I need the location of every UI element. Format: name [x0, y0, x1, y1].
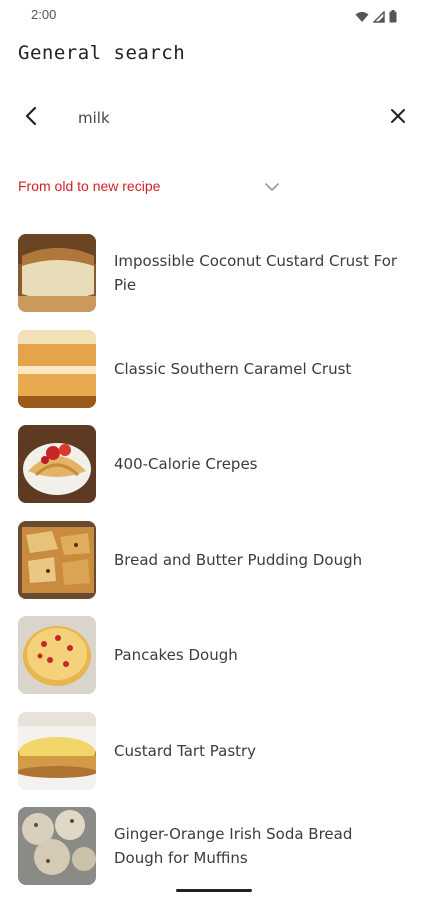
- sort-label: From old to new recipe: [18, 178, 161, 194]
- search-bar: [0, 96, 427, 140]
- signal-icon: [372, 8, 385, 27]
- sort-dropdown[interactable]: From old to new recipe: [18, 172, 288, 202]
- recipe-thumbnail: [18, 616, 96, 694]
- recipe-title: Custard Tart Pastry: [114, 741, 257, 760]
- recipe-item[interactable]: 400-Calorie Crepes: [0, 423, 427, 519]
- status-time: 2:00: [31, 7, 57, 22]
- chevron-down-icon: [264, 178, 280, 197]
- home-indicator[interactable]: [176, 889, 252, 892]
- recipe-title: Pancakes Dough: [114, 646, 238, 664]
- chevron-left-icon: [22, 106, 42, 130]
- recipe-item[interactable]: Impossible Coconut Custard Crust For Pie: [0, 232, 427, 328]
- recipe-thumbnail: [18, 234, 96, 312]
- recipe-title: Bread and Butter Pudding Dough: [114, 550, 363, 569]
- wifi-icon: [355, 8, 369, 27]
- status-icons: [355, 8, 397, 27]
- recipe-item[interactable]: Custard Tart Pastry: [0, 710, 427, 806]
- recipe-title: 400-Calorie Crepes: [114, 455, 258, 473]
- recipe-thumbnail: [18, 329, 96, 408]
- battery-icon: [389, 8, 397, 27]
- recipe-item[interactable]: Bread and Butter Pudding Dough: [0, 519, 427, 615]
- recipe-list: Impossible Coconut Custard Crust For Pie…: [0, 232, 427, 901]
- close-icon: [389, 107, 407, 129]
- back-button[interactable]: [16, 102, 48, 134]
- recipe-thumbnail: [18, 425, 96, 503]
- recipe-item[interactable]: Pancakes Dough: [0, 614, 427, 710]
- search-input[interactable]: [78, 104, 368, 132]
- page-title: General search: [18, 42, 186, 64]
- recipe-thumbnail: [18, 711, 96, 790]
- recipe-item[interactable]: Ginger-Orange Irish Soda Bread Dough for…: [0, 805, 427, 901]
- recipe-title: Ginger-Orange Irish Soda Bread Dough for…: [114, 825, 353, 867]
- recipe-title: Classic Southern Caramel Crust: [114, 359, 352, 378]
- recipe-thumbnail: [18, 807, 96, 885]
- recipe-item[interactable]: Classic Southern Caramel Crust: [0, 328, 427, 424]
- status-bar: 2:00: [0, 0, 427, 30]
- recipe-title: Impossible Coconut Custard Crust For Pie: [114, 252, 398, 294]
- clear-search-button[interactable]: [382, 102, 414, 134]
- recipe-thumbnail: [18, 520, 96, 599]
